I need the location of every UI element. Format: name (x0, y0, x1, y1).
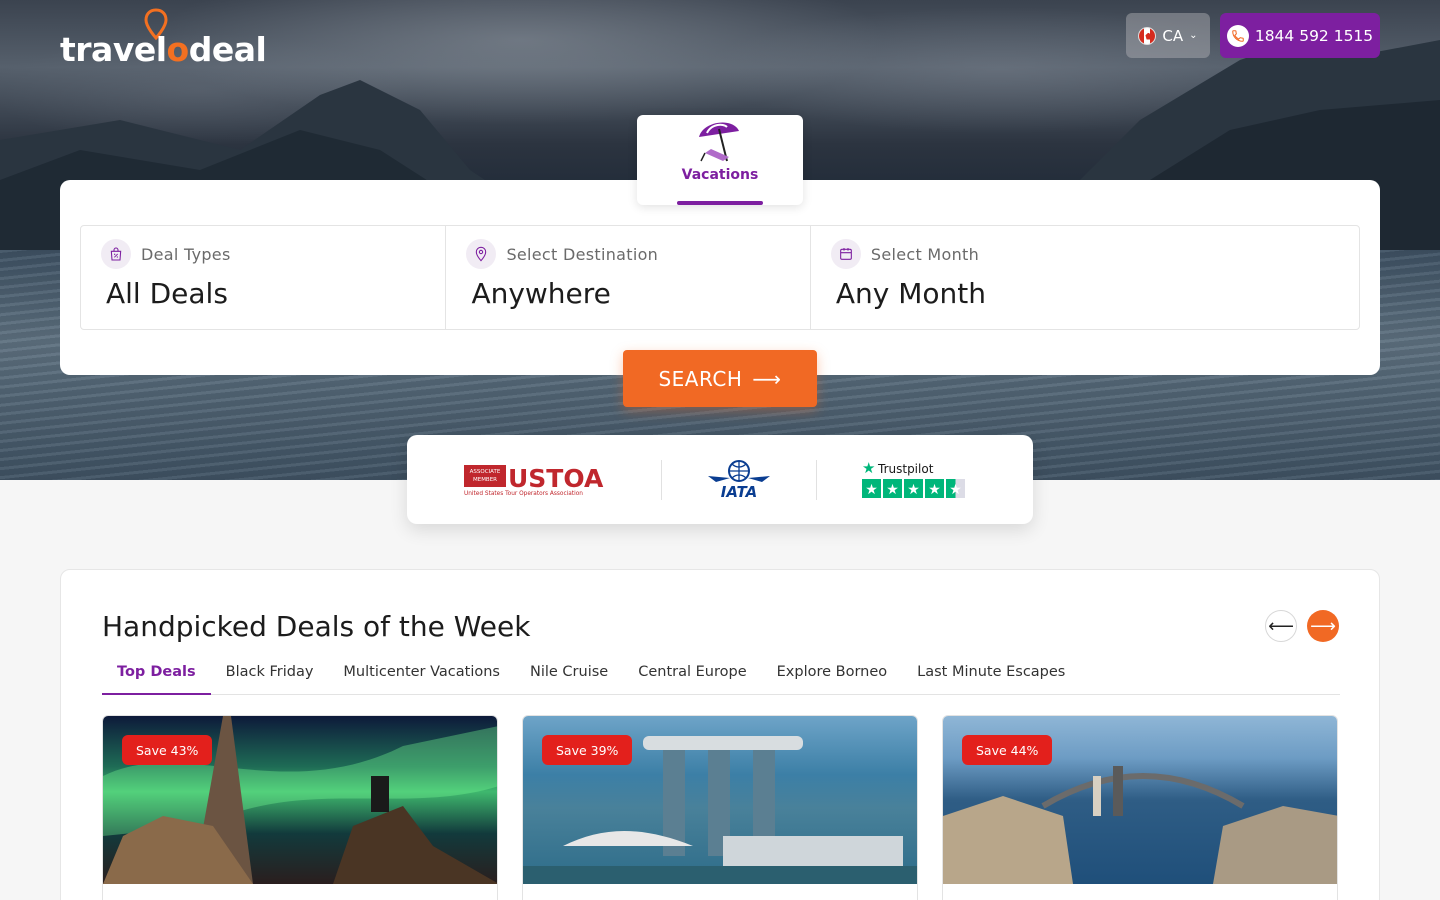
destination-value: Anywhere (471, 277, 611, 310)
chevron-down-icon: ⌄ (1189, 30, 1198, 41)
tab-black-friday[interactable]: Black Friday (211, 653, 329, 695)
tab-explore-borneo[interactable]: Explore Borneo (762, 653, 903, 695)
tab-central-europe[interactable]: Central Europe (623, 653, 761, 695)
tab-active-indicator (677, 201, 763, 205)
ustoa-badge-bottom: MEMBER (473, 477, 497, 483)
arrow-right-icon: ⟶ (752, 366, 782, 391)
trustpilot-star-icon: ★ (886, 482, 899, 498)
next-arrow-button[interactable]: ⟶ (1307, 610, 1339, 642)
logo-wordmark: travelodeal (60, 30, 267, 69)
trustpilot-stars: ★ ★ ★ ★ ★ (862, 478, 965, 498)
tab-top-deals[interactable]: Top Deals (102, 653, 211, 695)
deal-card[interactable]: Save 39% (522, 715, 918, 900)
prev-arrow-button[interactable]: ⟵ (1265, 610, 1297, 642)
tab-nile-cruise[interactable]: Nile Cruise (515, 653, 623, 695)
deal-types-value: All Deals (106, 277, 228, 310)
location-pin-icon (466, 239, 497, 269)
iata-text: IATA (721, 483, 757, 500)
deal-tabs: Top Deals Black Friday Multicenter Vacat… (102, 653, 1340, 695)
ustoa-logo: ASSOCIATE MEMBER USTOA United States Tou… (407, 463, 661, 497)
trustpilot-star-icon: ★ (928, 482, 941, 498)
ustoa-sub: United States Tour Operators Association (464, 491, 583, 497)
search-button[interactable]: SEARCH ⟶ (623, 350, 817, 407)
trustpilot-star-icon: ★ (907, 482, 920, 498)
iata-logo: IATA (662, 459, 816, 500)
search-fields: Deal Types All Deals Select Destination … (80, 225, 1360, 330)
arrow-left-icon: ⟵ (1268, 615, 1294, 637)
search-button-label: SEARCH (658, 366, 743, 391)
country-selector[interactable]: CA ⌄ (1126, 13, 1210, 58)
arrow-right-icon: ⟶ (1310, 615, 1336, 637)
deals-title: Handpicked Deals of the Week (102, 610, 531, 643)
discount-bag-icon (101, 239, 131, 269)
deal-types-field[interactable]: Deal Types All Deals (81, 226, 445, 329)
month-label: Select Month (870, 244, 980, 264)
save-badge: Save 39% (542, 735, 633, 765)
ustoa-name: USTOA (508, 464, 604, 493)
trustpilot-star-icon: ★ (949, 482, 962, 498)
phone-number: 1844 592 1515 (1254, 26, 1374, 45)
tab-vacations-label: Vacations (681, 167, 759, 183)
ustoa-badge-top: ASSOCIATE (470, 469, 501, 475)
month-field[interactable]: Select Month Any Month (809, 226, 1359, 329)
search-panel: Deal Types All Deals Select Destination … (60, 180, 1380, 375)
travelodeal-logo[interactable]: travelodeal (60, 8, 267, 70)
month-value: Any Month (835, 277, 987, 310)
save-badge: Save 43% (122, 735, 213, 765)
save-badge: Save 44% (962, 735, 1053, 765)
trustpilot-star-icon: ★ (862, 459, 875, 477)
country-code: CA (1162, 26, 1184, 45)
trust-badges: ASSOCIATE MEMBER USTOA United States Tou… (407, 435, 1033, 524)
beach-umbrella-icon (699, 122, 739, 162)
deal-types-label: Deal Types (141, 244, 231, 264)
deal-card[interactable]: Save 44% (942, 715, 1338, 900)
deal-image: Save 43% (103, 716, 497, 884)
deals-section: Handpicked Deals of the Week ⟵ ⟶ Top Dea… (60, 569, 1380, 900)
destination-label: Select Destination (506, 244, 659, 264)
tab-multicenter-vacations[interactable]: Multicenter Vacations (328, 653, 515, 695)
phone-icon (1226, 24, 1249, 47)
calendar-icon (830, 239, 861, 269)
trustpilot-star-icon: ★ (865, 482, 878, 498)
trustpilot-rating[interactable]: ★ Trustpilot ★ ★ ★ ★ ★ (817, 459, 1013, 501)
trustpilot-name: Trustpilot (877, 462, 934, 476)
destination-field[interactable]: Select Destination Anywhere (445, 226, 809, 329)
deal-image: Save 39% (523, 716, 917, 884)
deal-card[interactable]: Save 43% (102, 715, 498, 900)
call-button[interactable]: 1844 592 1515 (1220, 13, 1380, 58)
canada-flag-icon (1138, 26, 1157, 45)
tab-last-minute-escapes[interactable]: Last Minute Escapes (902, 653, 1080, 695)
deal-image: Save 44% (943, 716, 1337, 884)
tab-vacations[interactable]: Vacations (637, 115, 803, 205)
